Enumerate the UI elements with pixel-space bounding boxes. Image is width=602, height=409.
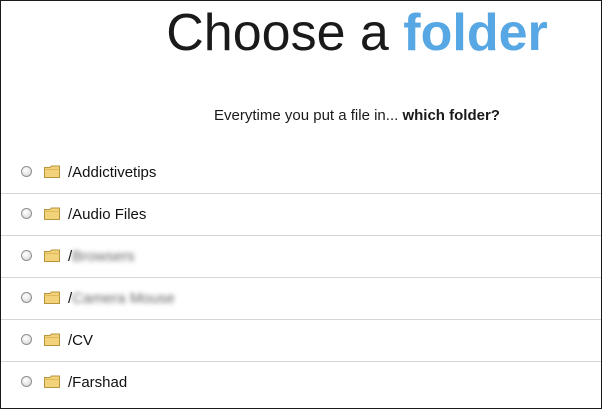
- radio-icon[interactable]: [21, 166, 32, 177]
- folder-row[interactable]: /Audio Files: [1, 194, 601, 236]
- folder-label: /Audio Files: [68, 206, 147, 223]
- folder-icon: [44, 249, 60, 262]
- folder-label-redacted: Browsers: [72, 248, 135, 265]
- radio-icon[interactable]: [21, 208, 32, 219]
- folder-row[interactable]: /CV: [1, 320, 601, 362]
- folder-icon: [44, 165, 60, 178]
- folder-label: /CV: [68, 332, 94, 349]
- folder-icon: [44, 207, 60, 220]
- folder-chooser-panel: Choose a folder Everytime you put a file…: [0, 0, 602, 409]
- page-title: Choose a folder: [1, 1, 601, 65]
- folder-label: /Camera Mouse: [68, 289, 175, 308]
- folder-row[interactable]: /Farshad: [1, 362, 601, 403]
- folder-row[interactable]: /Camera Mouse: [1, 278, 601, 320]
- radio-icon[interactable]: [21, 292, 32, 303]
- folder-label: /Farshad: [68, 374, 128, 391]
- radio-icon[interactable]: [21, 250, 32, 261]
- radio-icon[interactable]: [21, 376, 32, 387]
- page-subtitle: Everytime you put a file in... which fol…: [1, 105, 601, 127]
- page-title-accent: folder: [403, 4, 548, 62]
- folder-icon: [44, 375, 60, 388]
- page-title-main: Choose a: [166, 4, 404, 62]
- folder-icon: [44, 333, 60, 346]
- folder-row[interactable]: /Browsers: [1, 236, 601, 278]
- folder-row[interactable]: /Addictivetips: [1, 152, 601, 194]
- folder-label-redacted: Camera Mouse: [72, 290, 175, 307]
- subtitle-emphasis: which folder?: [402, 107, 500, 124]
- radio-icon[interactable]: [21, 334, 32, 345]
- folder-icon: [44, 291, 60, 304]
- folder-list: /Addictivetips /Audio Files /Browsers /C…: [1, 152, 601, 403]
- folder-label: /Browsers: [68, 247, 135, 266]
- folder-label: /Addictivetips: [68, 164, 157, 181]
- subtitle-text: Everytime you put a file in...: [214, 107, 403, 124]
